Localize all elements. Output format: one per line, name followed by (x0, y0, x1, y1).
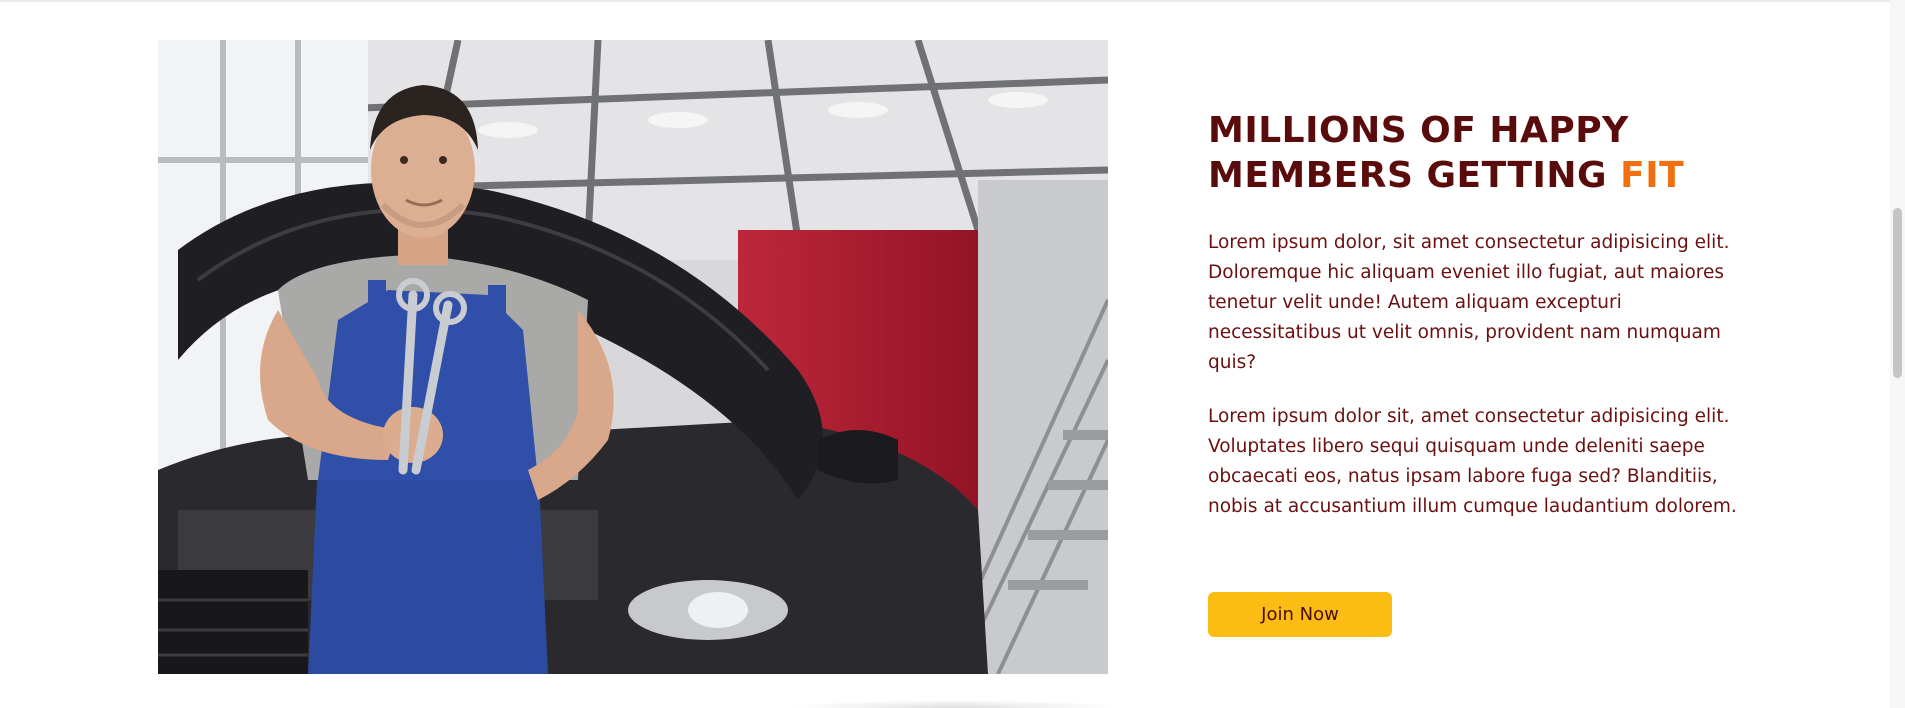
bottom-shadow (790, 700, 1120, 708)
scrollbar-thumb[interactable] (1893, 208, 1902, 378)
body-paragraph-1: Lorem ipsum dolor, sit amet consectetur … (1208, 232, 1730, 373)
body-paragraph-2: Lorem ipsum dolor sit, amet consectetur … (1208, 406, 1737, 517)
page: MILLIONS OF HAPPY MEMBERS GETTING FIT Lo… (0, 0, 1905, 708)
content-column: MILLIONS OF HAPPY MEMBERS GETTING FIT Lo… (1208, 108, 1768, 546)
headline-text: MILLIONS OF HAPPY MEMBERS GETTING (1208, 110, 1629, 196)
headline-accent: FIT (1620, 155, 1685, 196)
hero-image (158, 40, 1108, 674)
section-headline: MILLIONS OF HAPPY MEMBERS GETTING FIT (1208, 108, 1768, 198)
top-divider (0, 0, 1890, 2)
scrollbar-track[interactable] (1890, 0, 1905, 708)
join-now-button[interactable]: Join Now (1208, 592, 1392, 637)
